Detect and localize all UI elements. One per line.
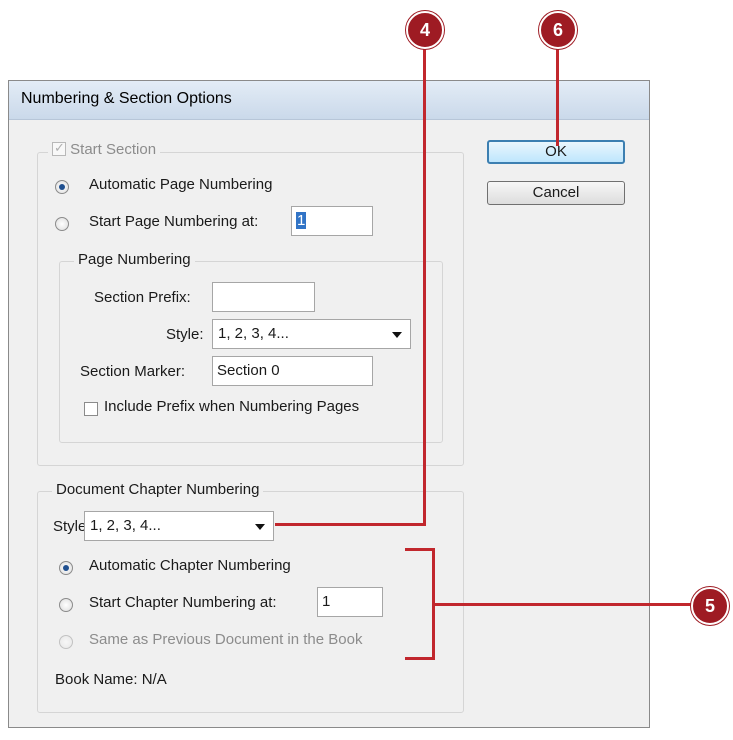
start-page-numbering-radio[interactable] bbox=[55, 217, 69, 231]
chapter-style-select[interactable]: 1, 2, 3, 4... bbox=[84, 511, 274, 541]
start-section-checkbox[interactable]: ✓ bbox=[52, 140, 66, 156]
page-numbering-legend: Page Numbering bbox=[74, 251, 195, 268]
auto-chapter-numbering-label[interactable]: Automatic Chapter Numbering bbox=[89, 557, 291, 574]
checkmark-icon: ✓ bbox=[54, 140, 65, 155]
chapter-style-value: 1, 2, 3, 4... bbox=[90, 517, 161, 534]
section-marker-label: Section Marker: bbox=[80, 363, 186, 380]
section-prefix-label: Section Prefix: bbox=[94, 289, 191, 306]
include-prefix-checkbox[interactable] bbox=[84, 402, 98, 416]
start-section-label: Start Section bbox=[70, 141, 157, 158]
auto-chapter-numbering-radio[interactable] bbox=[59, 561, 73, 575]
dialog-titlebar: Numbering & Section Options bbox=[9, 81, 649, 120]
start-page-number-value: 1 bbox=[296, 212, 307, 229]
chapter-numbering-legend: Document Chapter Numbering bbox=[52, 481, 264, 498]
include-prefix-label[interactable]: Include Prefix when Numbering Pages bbox=[104, 398, 359, 415]
section-prefix-field[interactable] bbox=[212, 282, 315, 312]
start-chapter-number-field[interactable]: 1 bbox=[317, 587, 383, 617]
same-as-previous-radio[interactable] bbox=[59, 635, 73, 649]
section-marker-field[interactable]: Section 0 bbox=[212, 356, 373, 386]
chevron-down-icon bbox=[255, 524, 265, 530]
page-style-label: Style: bbox=[166, 326, 204, 343]
callout-badge-5: 5 bbox=[691, 587, 729, 625]
callout-5-bracket-bottom bbox=[405, 657, 435, 660]
start-chapter-numbering-label[interactable]: Start Chapter Numbering at: bbox=[89, 594, 277, 611]
callout-badge-4: 4 bbox=[406, 11, 444, 49]
start-page-numbering-label[interactable]: Start Page Numbering at: bbox=[89, 213, 258, 230]
dialog-title: Numbering & Section Options bbox=[21, 90, 232, 107]
callout-5-line bbox=[432, 603, 696, 606]
start-chapter-numbering-radio[interactable] bbox=[59, 598, 73, 612]
chevron-down-icon bbox=[392, 332, 402, 338]
auto-page-numbering-radio[interactable] bbox=[55, 180, 69, 194]
callout-4-horizontal-line bbox=[275, 523, 426, 526]
book-name-label: Book Name: N/A bbox=[55, 671, 167, 688]
same-as-previous-label[interactable]: Same as Previous Document in the Book bbox=[89, 631, 362, 648]
callout-6-line bbox=[556, 44, 559, 146]
numbering-section-dialog: Numbering & Section Options ✓ Start Sect… bbox=[8, 80, 650, 728]
auto-page-numbering-label[interactable]: Automatic Page Numbering bbox=[89, 176, 272, 193]
start-section-legend[interactable]: ✓ Start Section bbox=[48, 140, 161, 158]
callout-4-vertical-line bbox=[423, 44, 426, 526]
start-page-number-field[interactable]: 1 bbox=[291, 206, 373, 236]
page-style-select[interactable]: 1, 2, 3, 4... bbox=[212, 319, 411, 349]
callout-5-bracket-top bbox=[405, 548, 435, 551]
page-style-value: 1, 2, 3, 4... bbox=[218, 325, 289, 342]
callout-badge-6: 6 bbox=[539, 11, 577, 49]
cancel-button[interactable]: Cancel bbox=[487, 181, 625, 205]
